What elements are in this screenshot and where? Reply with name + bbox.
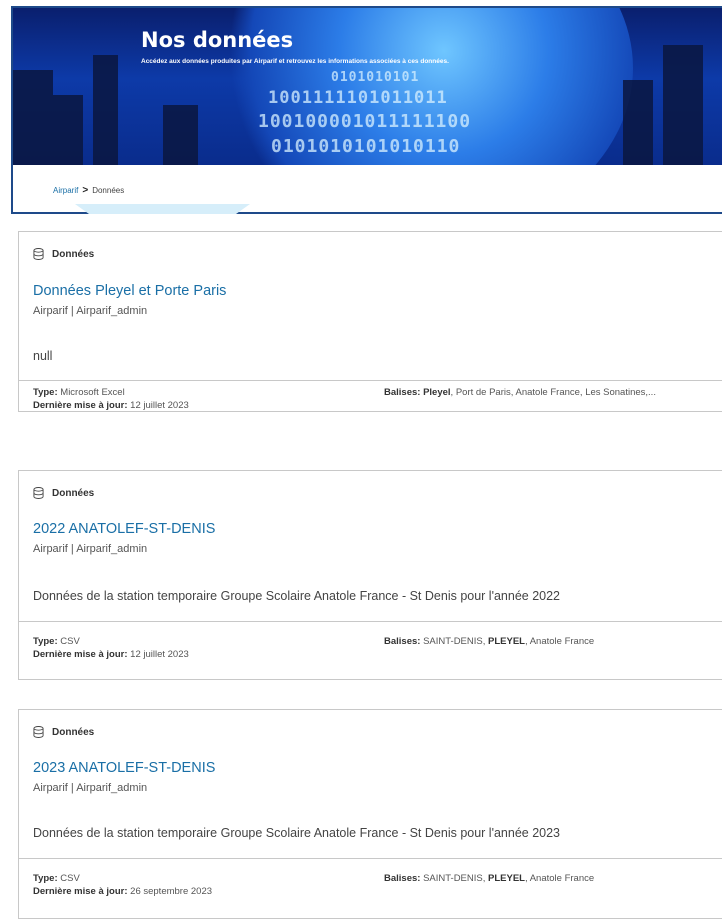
updated-value: 12 juillet 2023 [130,400,189,411]
card-description: Données de la station temporaire Groupe … [33,589,561,603]
result-card[interactable]: Données Données Pleyel et Porte Paris Ai… [18,231,722,412]
type-key: Type: [33,873,58,884]
card-owner: Airparif | Airparif_admin [33,305,148,317]
skyline-building [93,55,118,165]
breadcrumb-current: Données [92,186,125,195]
card-meta: Type: Microsoft Excel Dernière mise à jo… [19,380,722,413]
card-meta: Type: CSV Dernière mise à jour: 12 juill… [19,621,722,681]
type-key: Type: [33,387,58,398]
type-value: CSV [60,636,80,647]
skyline-building [663,45,703,165]
updated-key: Dernière mise à jour: [33,649,128,660]
page-subtitle: Accédez aux données produites par Airpar… [141,58,449,65]
updated-value: 26 septembre 2023 [130,886,213,897]
card-type-text: Données [52,487,95,499]
binary-text: 0101010101 [331,70,420,85]
card-tags: Balises: SAINT-DENIS, PLEYEL, Anatole Fr… [384,635,594,648]
card-type-label: Données [33,487,94,499]
card-type-text: Données [52,726,95,738]
card-title-link[interactable]: 2022 ANATOLEF-ST-DENIS [33,521,215,537]
card-title-link[interactable]: Données Pleyel et Porte Paris [33,283,226,299]
card-owner: Airparif | Airparif_admin [33,782,148,794]
card-type-label: Données [33,248,94,260]
skyline-building [13,70,53,165]
tags-pre: SAINT-DENIS, [420,636,489,647]
tags-key: Balises: [384,636,421,647]
card-type-text: Données [52,248,95,260]
updated-value: 12 juillet 2023 [130,649,189,660]
card-tags: Balises: SAINT-DENIS, PLEYEL, Anatole Fr… [384,872,594,885]
page-title: Nos données [141,28,294,52]
breadcrumb: Airparif > Données [53,185,124,196]
hero-banner: 0101010101 1001111101011011 100100001011… [13,8,722,165]
skyline-building [53,95,83,165]
tag-highlight: PLEYEL [488,873,525,884]
result-card[interactable]: Données 2022 ANATOLEF-ST-DENIS Airparif … [18,470,722,680]
card-meta-left: Type: Microsoft Excel Dernière mise à jo… [33,386,189,412]
card-meta-left: Type: CSV Dernière mise à jour: 12 juill… [33,635,189,661]
card-type-label: Données [33,726,94,738]
tags-key: Balises: [384,387,421,398]
tags-rest: , Port de Paris, Anatole France, Les Son… [450,387,656,398]
type-value: CSV [60,873,80,884]
card-meta-left: Type: CSV Dernière mise à jour: 26 septe… [33,872,212,898]
breadcrumb-home-link[interactable]: Airparif [53,186,78,195]
card-description: null [33,349,53,363]
skyline-building [163,105,198,165]
type-value: Microsoft Excel [60,387,125,398]
card-title-link[interactable]: 2023 ANATOLEF-ST-DENIS [33,760,215,776]
skyline-building [623,80,653,165]
database-icon [33,248,44,260]
tags-pre: SAINT-DENIS, [420,873,489,884]
tags-key: Balises: [384,873,421,884]
database-icon [33,726,44,738]
updated-key: Dernière mise à jour: [33,886,128,897]
tag-highlight: PLEYEL [488,636,525,647]
tags-rest: , Anatole France [524,873,595,884]
binary-text: 100100001011111100 [258,111,472,132]
chevron-right-icon: > [82,185,89,196]
result-card[interactable]: Données 2023 ANATOLEF-ST-DENIS Airparif … [18,709,722,919]
tag-highlight: Pleyel [423,387,451,398]
card-meta: Type: CSV Dernière mise à jour: 26 septe… [19,858,722,920]
active-tab-indicator [75,204,250,214]
type-key: Type: [33,636,58,647]
binary-text: 1001111101011011 [268,88,448,108]
updated-key: Dernière mise à jour: [33,400,128,411]
tags-rest: , Anatole France [524,636,595,647]
card-tags: Balises: Pleyel, Port de Paris, Anatole … [384,386,656,399]
page-header: 0101010101 1001111101011011 100100001011… [11,6,722,214]
card-owner: Airparif | Airparif_admin [33,543,148,555]
database-icon [33,487,44,499]
card-description: Données de la station temporaire Groupe … [33,826,561,840]
binary-text: 0101010101010110 [271,136,461,157]
